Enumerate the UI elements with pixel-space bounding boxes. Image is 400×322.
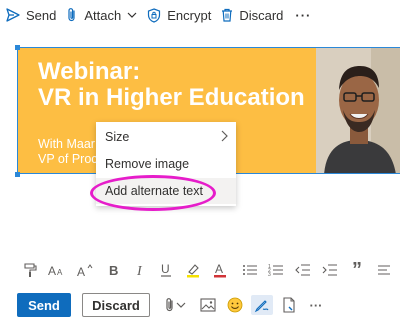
discard-command-label: Discard (239, 7, 284, 23)
increase-indent-icon (322, 264, 337, 276)
discard-button[interactable]: Discard (82, 293, 150, 317)
font-size-button[interactable]: A A (47, 258, 67, 282)
menu-item-remove-image[interactable]: Remove image (96, 151, 236, 177)
bullet-list-icon (243, 265, 257, 275)
decrease-indent-button[interactable] (293, 258, 313, 282)
italic-button[interactable]: I (130, 258, 150, 282)
menu-item-size-label: Size (105, 130, 130, 144)
presenter-portrait (316, 48, 400, 173)
discard-command[interactable]: Discard (221, 8, 283, 23)
encrypt-command-label: Encrypt (167, 7, 212, 23)
more-options-label: ··· (295, 7, 312, 23)
menu-item-add-alt-text-label: Add alternate text (105, 184, 203, 198)
menu-item-add-alt-text[interactable]: Add alternate text (96, 178, 236, 204)
align-left-icon (378, 265, 390, 275)
format-painter-button[interactable] (20, 258, 40, 282)
send-icon (6, 8, 20, 22)
send-command-label: Send (26, 7, 57, 23)
svg-text:U: U (161, 262, 170, 276)
encrypt-command[interactable]: Encrypt (147, 8, 211, 23)
shield-lock-icon (148, 7, 161, 23)
insert-picture-button[interactable] (198, 295, 218, 315)
more-actions-button[interactable]: ··· (306, 295, 326, 315)
menu-item-remove-image-label: Remove image (105, 157, 190, 171)
banner-title-line2: VR in Higher Education (38, 84, 305, 111)
trash-icon (222, 8, 233, 22)
emoji-icon (227, 297, 243, 313)
document-icon (283, 297, 295, 313)
editor-pen-icon (254, 300, 269, 313)
highlight-button[interactable] (183, 258, 203, 282)
chevron-right-icon (221, 130, 228, 142)
grow-font-icon: A (77, 264, 93, 277)
attach-command-label: Attach (84, 7, 122, 23)
font-size-icon: A A (48, 264, 63, 277)
quote-icon: ” (352, 258, 362, 281)
emoji-button[interactable] (225, 295, 245, 315)
highlighter-icon (187, 264, 199, 278)
picture-icon (200, 298, 216, 312)
format-toolbar: A A A B I U A 1 2 3 ” (0, 258, 400, 282)
italic-icon: I (136, 264, 143, 277)
insert-file-button[interactable] (279, 295, 299, 315)
command-bar: Send Attach Encrypt Discard ··· (0, 0, 400, 30)
presenter-photo (316, 48, 400, 173)
svg-text:I: I (136, 264, 143, 277)
svg-text:A: A (57, 268, 63, 277)
attach-command[interactable]: Attach (66, 7, 137, 23)
numbering-button[interactable]: 1 2 3 (266, 258, 286, 282)
resize-handle-top-left[interactable] (15, 45, 20, 50)
send-command[interactable]: Send (6, 8, 56, 23)
image-context-menu: Size Remove image Add alternate text (96, 122, 236, 206)
decrease-indent-icon (295, 264, 310, 276)
banner-subtitle-line2: VP of Proc (38, 152, 98, 166)
align-button[interactable] (374, 258, 394, 282)
attach-dropdown-button[interactable] (174, 295, 188, 315)
chevron-down-icon (127, 12, 137, 18)
more-options-button[interactable]: ··· (295, 8, 311, 23)
bold-button[interactable]: B (104, 258, 124, 282)
menu-item-size[interactable]: Size (96, 124, 236, 150)
grow-font-button[interactable]: A (76, 258, 96, 282)
font-color-button[interactable]: A (210, 258, 230, 282)
more-actions-label: ··· (309, 297, 323, 313)
quote-button[interactable]: ” (347, 258, 367, 282)
bullets-button[interactable] (240, 258, 260, 282)
svg-text:A: A (48, 264, 56, 277)
numbered-list-icon: 1 2 3 (268, 264, 283, 277)
underline-icon: U (161, 262, 171, 277)
resize-handle-bottom-left[interactable] (15, 172, 20, 177)
bold-icon: B (109, 263, 118, 277)
editor-button[interactable] (251, 295, 273, 315)
paperclip-icon (68, 8, 75, 22)
font-color-icon: A (214, 262, 226, 278)
svg-text:A: A (215, 262, 223, 276)
send-button[interactable]: Send (17, 293, 71, 317)
svg-text:3: 3 (268, 272, 271, 277)
chevron-down-icon (176, 302, 186, 308)
banner-subtitle-line1: With Maar (38, 137, 95, 151)
increase-indent-button[interactable] (320, 258, 340, 282)
underline-button[interactable]: U (156, 258, 176, 282)
svg-text:B: B (109, 263, 118, 277)
format-painter-icon (24, 263, 37, 277)
banner-title-line1: Webinar: (38, 58, 141, 85)
svg-text:A: A (77, 265, 85, 277)
action-bar: Send Discard ··· (0, 291, 400, 319)
